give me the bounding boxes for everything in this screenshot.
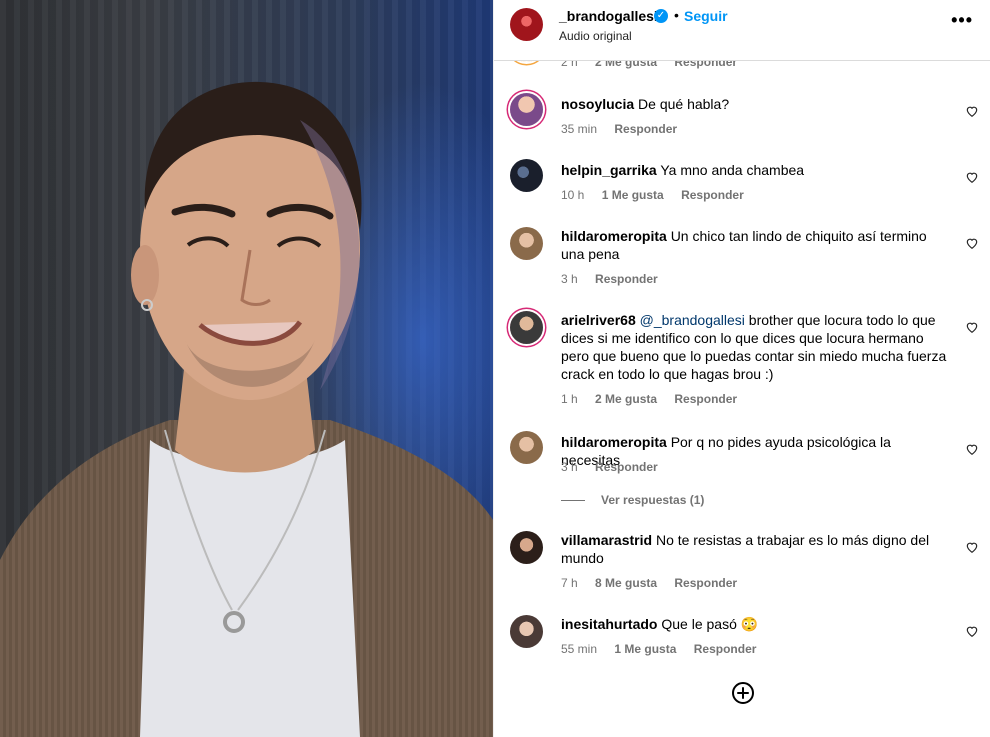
avatar[interactable]: [510, 531, 543, 564]
author-avatar[interactable]: [510, 8, 543, 41]
avatar[interactable]: [510, 227, 543, 260]
comments-panel: _brandogallesi ✓ • Seguir Audio original…: [493, 0, 990, 737]
more-horizontal-icon[interactable]: •••: [951, 10, 973, 31]
post-header: _brandogallesi ✓ • Seguir Audio original…: [494, 0, 990, 61]
replies-divider: [561, 500, 585, 502]
reply-button[interactable]: Responder: [614, 122, 677, 136]
heart-icon[interactable]: [965, 320, 979, 334]
comment-meta: 3 h Responder: [561, 272, 672, 286]
avatar[interactable]: [510, 61, 543, 62]
plus-circle-icon[interactable]: [731, 681, 755, 705]
view-replies-button[interactable]: Ver respuestas (1): [561, 493, 704, 507]
avatar[interactable]: [510, 615, 543, 648]
reply-button[interactable]: Responder: [674, 61, 737, 69]
comment-meta: 3 h Responder: [561, 460, 672, 474]
comment-time: 3 h: [561, 272, 578, 286]
reply-button[interactable]: Responder: [595, 272, 658, 286]
comment-time: 55 min: [561, 642, 598, 656]
comment-username[interactable]: inesitahurtado: [561, 616, 657, 632]
avatar[interactable]: [510, 311, 543, 344]
comment-likes[interactable]: 1 Me gusta: [602, 188, 664, 202]
avatar[interactable]: [510, 93, 543, 126]
audio-label[interactable]: Audio original: [559, 29, 632, 43]
comment-text: Que le pasó 😳: [661, 616, 759, 632]
comment-likes[interactable]: 2 Me gusta: [595, 392, 657, 406]
comment-meta: 7 h 8 Me gusta Responder: [561, 576, 751, 590]
reply-button[interactable]: Responder: [681, 188, 744, 202]
heart-icon[interactable]: [965, 624, 979, 638]
reel-video[interactable]: [0, 0, 493, 737]
heart-icon[interactable]: [965, 236, 979, 250]
comment-time: 2 h: [561, 61, 578, 69]
comment-likes[interactable]: 1 Me gusta: [614, 642, 676, 656]
reply-button[interactable]: Responder: [595, 460, 658, 474]
comment-mention[interactable]: @_brandogallesi: [640, 312, 745, 328]
reply-button[interactable]: Responder: [674, 392, 737, 406]
heart-icon[interactable]: [965, 442, 979, 456]
comment-likes[interactable]: 8 Me gusta: [595, 576, 657, 590]
heart-icon[interactable]: [965, 540, 979, 554]
author-username[interactable]: _brandogallesi: [559, 8, 658, 24]
verified-badge-icon: ✓: [654, 9, 668, 23]
comment-list[interactable]: 2 h 2 Me gusta Responder nosoylucia De q…: [494, 61, 990, 737]
comment-meta: 35 min Responder: [561, 122, 691, 136]
view-replies-label: Ver respuestas (1): [601, 493, 705, 507]
comment-time: 35 min: [561, 122, 598, 136]
comment-text: Ya mno anda chambea: [660, 162, 805, 178]
comment-username[interactable]: nosoylucia: [561, 96, 634, 112]
comment-time: 7 h: [561, 576, 578, 590]
comment-meta: 2 h 2 Me gusta Responder: [561, 61, 751, 69]
reply-button[interactable]: Responder: [674, 576, 737, 590]
comment-time: 3 h: [561, 460, 578, 474]
separator-dot: •: [674, 7, 679, 23]
comment-username[interactable]: hildaromeropita: [561, 434, 667, 450]
avatar[interactable]: [510, 431, 543, 464]
comment-text: De qué habla?: [638, 96, 730, 112]
heart-icon[interactable]: [965, 170, 979, 184]
comment-username[interactable]: hildaromeropita: [561, 228, 667, 244]
comment-likes[interactable]: 2 Me gusta: [595, 61, 657, 69]
heart-icon[interactable]: [965, 104, 979, 118]
comment-meta: 1 h 2 Me gusta Responder: [561, 392, 751, 406]
comment-meta: 10 h 1 Me gusta Responder: [561, 188, 758, 202]
person-portrait: [0, 81, 493, 737]
comment-meta: 55 min 1 Me gusta Responder: [561, 642, 770, 656]
comment-username[interactable]: arielriver68: [561, 312, 636, 328]
comment-username[interactable]: villamarastrid: [561, 532, 652, 548]
reply-button[interactable]: Responder: [694, 642, 757, 656]
follow-button[interactable]: Seguir: [684, 8, 728, 24]
comment-time: 1 h: [561, 392, 578, 406]
comment-time: 10 h: [561, 188, 585, 202]
comment-username[interactable]: helpin_garrika: [561, 162, 657, 178]
avatar[interactable]: [510, 159, 543, 192]
